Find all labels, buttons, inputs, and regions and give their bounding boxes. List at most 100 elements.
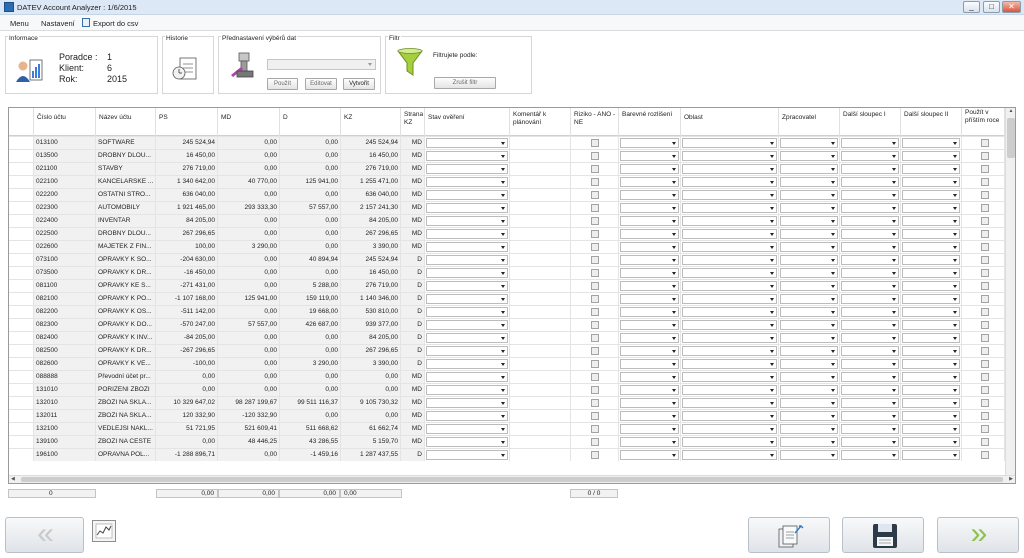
cell-komentar[interactable] [510, 319, 571, 331]
barevne-rozliseni-dropdown[interactable] [620, 307, 679, 317]
dalsi-sloupec-1-dropdown[interactable] [841, 411, 899, 421]
zpracovatel-dropdown[interactable] [780, 320, 838, 330]
oblast-dropdown[interactable] [682, 138, 777, 148]
zpracovatel-dropdown[interactable] [780, 216, 838, 226]
dalsi-sloupec-2-dropdown[interactable] [902, 398, 960, 408]
barevne-rozliseni-dropdown[interactable] [620, 372, 679, 382]
stav-overeni-dropdown[interactable] [426, 255, 508, 265]
col-header-strana-kz[interactable]: Strana KZ [401, 108, 425, 136]
stav-overeni-dropdown[interactable] [426, 398, 508, 408]
horizontal-scroll-thumb[interactable] [21, 477, 1003, 482]
oblast-dropdown[interactable] [682, 255, 777, 265]
dalsi-sloupec-1-dropdown[interactable] [841, 177, 899, 187]
barevne-rozliseni-dropdown[interactable] [620, 450, 679, 460]
stav-overeni-dropdown[interactable] [426, 203, 508, 213]
row-selector[interactable] [9, 163, 34, 175]
cell-komentar[interactable] [510, 332, 571, 344]
barevne-rozliseni-dropdown[interactable] [620, 242, 679, 252]
zpracovatel-dropdown[interactable] [780, 138, 838, 148]
oblast-dropdown[interactable] [682, 268, 777, 278]
stav-overeni-dropdown[interactable] [426, 294, 508, 304]
barevne-rozliseni-dropdown[interactable] [620, 138, 679, 148]
stav-overeni-dropdown[interactable] [426, 411, 508, 421]
col-header-cislo-uctu[interactable]: Číslo účtu [34, 108, 96, 136]
dalsi-sloupec-1-dropdown[interactable] [841, 424, 899, 434]
pouzit-checkbox[interactable] [981, 399, 989, 407]
riziko-checkbox[interactable] [591, 243, 599, 251]
cell-komentar[interactable] [510, 293, 571, 305]
oblast-dropdown[interactable] [682, 242, 777, 252]
scroll-up-arrow-icon[interactable]: ▲ [1007, 108, 1015, 116]
riziko-checkbox[interactable] [591, 178, 599, 186]
oblast-dropdown[interactable] [682, 177, 777, 187]
zpracovatel-dropdown[interactable] [780, 203, 838, 213]
pouzit-checkbox[interactable] [981, 152, 989, 160]
menu-nastaveni[interactable]: Nastavení [41, 19, 75, 28]
barevne-rozliseni-dropdown[interactable] [620, 411, 679, 421]
riziko-checkbox[interactable] [591, 282, 599, 290]
barevne-rozliseni-dropdown[interactable] [620, 164, 679, 174]
dalsi-sloupec-2-dropdown[interactable] [902, 372, 960, 382]
stav-overeni-dropdown[interactable] [426, 450, 508, 460]
row-selector[interactable] [9, 319, 34, 331]
zpracovatel-dropdown[interactable] [780, 411, 838, 421]
col-header-md[interactable]: MD [218, 108, 280, 136]
riziko-checkbox[interactable] [591, 269, 599, 277]
dalsi-sloupec-2-dropdown[interactable] [902, 333, 960, 343]
oblast-dropdown[interactable] [682, 424, 777, 434]
barevne-rozliseni-dropdown[interactable] [620, 216, 679, 226]
table-row[interactable]: 082500 OPRAVKY K DR... -267 296,65 0,00 0,00… [9, 344, 1005, 357]
pouzit-checkbox[interactable] [981, 217, 989, 225]
cell-komentar[interactable] [510, 371, 571, 383]
cell-komentar[interactable] [510, 150, 571, 162]
barevne-rozliseni-dropdown[interactable] [620, 398, 679, 408]
table-row[interactable]: 022400 INVENTAR 84 205,00 0,00 0,00 84 205,00… [9, 214, 1005, 227]
table-row[interactable]: 131010 PORIZENI ZBOZI 0,00 0,00 0,00 0,00 MD [9, 383, 1005, 396]
dalsi-sloupec-2-dropdown[interactable] [902, 268, 960, 278]
col-header-pouzit[interactable]: Použít v příštím roce [962, 108, 1005, 136]
dalsi-sloupec-1-dropdown[interactable] [841, 346, 899, 356]
dalsi-sloupec-1-dropdown[interactable] [841, 281, 899, 291]
zpracovatel-dropdown[interactable] [780, 164, 838, 174]
barevne-rozliseni-dropdown[interactable] [620, 333, 679, 343]
dalsi-sloupec-2-dropdown[interactable] [902, 242, 960, 252]
pouzit-checkbox[interactable] [981, 438, 989, 446]
export-button[interactable] [748, 517, 830, 553]
row-selector[interactable] [9, 449, 34, 461]
table-row[interactable]: 082100 OPRAVKY K PO... -1 107 168,00 125 94… [9, 292, 1005, 305]
riziko-checkbox[interactable] [591, 230, 599, 238]
riziko-checkbox[interactable] [591, 204, 599, 212]
col-header-komentar[interactable]: Komentář k plánování [510, 108, 571, 136]
dalsi-sloupec-2-dropdown[interactable] [902, 203, 960, 213]
row-selector[interactable] [9, 176, 34, 188]
table-row[interactable]: 196100 OPRAVNA POL... -1 288 896,71 0,00 -1 … [9, 448, 1005, 461]
riziko-checkbox[interactable] [591, 360, 599, 368]
col-header-ps[interactable]: PS [156, 108, 218, 136]
riziko-checkbox[interactable] [591, 217, 599, 225]
col-header-dalsi-2[interactable]: Další sloupec II [901, 108, 962, 136]
dalsi-sloupec-1-dropdown[interactable] [841, 151, 899, 161]
barevne-rozliseni-dropdown[interactable] [620, 424, 679, 434]
cell-komentar[interactable] [510, 397, 571, 409]
pouzit-checkbox[interactable] [981, 139, 989, 147]
row-selector[interactable] [9, 423, 34, 435]
table-row[interactable]: 081100 OPRAVKY KE S... -271 431,00 0,00 5 28… [9, 279, 1005, 292]
row-selector[interactable] [9, 345, 34, 357]
riziko-checkbox[interactable] [591, 139, 599, 147]
row-selector[interactable] [9, 397, 34, 409]
vytvorit-button[interactable]: Vytvořit [343, 78, 375, 90]
cell-komentar[interactable] [510, 176, 571, 188]
row-selector[interactable] [9, 215, 34, 227]
row-selector[interactable] [9, 293, 34, 305]
dalsi-sloupec-2-dropdown[interactable] [902, 177, 960, 187]
oblast-dropdown[interactable] [682, 229, 777, 239]
dalsi-sloupec-2-dropdown[interactable] [902, 216, 960, 226]
riziko-checkbox[interactable] [591, 438, 599, 446]
col-header-kz[interactable]: KZ [341, 108, 401, 136]
zpracovatel-dropdown[interactable] [780, 359, 838, 369]
table-row[interactable]: 022200 OSTATNI STRO... 636 040,00 0,00 0,00 6… [9, 188, 1005, 201]
dalsi-sloupec-1-dropdown[interactable] [841, 385, 899, 395]
horizontal-scrollbar[interactable]: ◀ ▶ [9, 475, 1015, 483]
stav-overeni-dropdown[interactable] [426, 346, 508, 356]
vertical-scrollbar[interactable]: ▲ [1005, 108, 1015, 476]
